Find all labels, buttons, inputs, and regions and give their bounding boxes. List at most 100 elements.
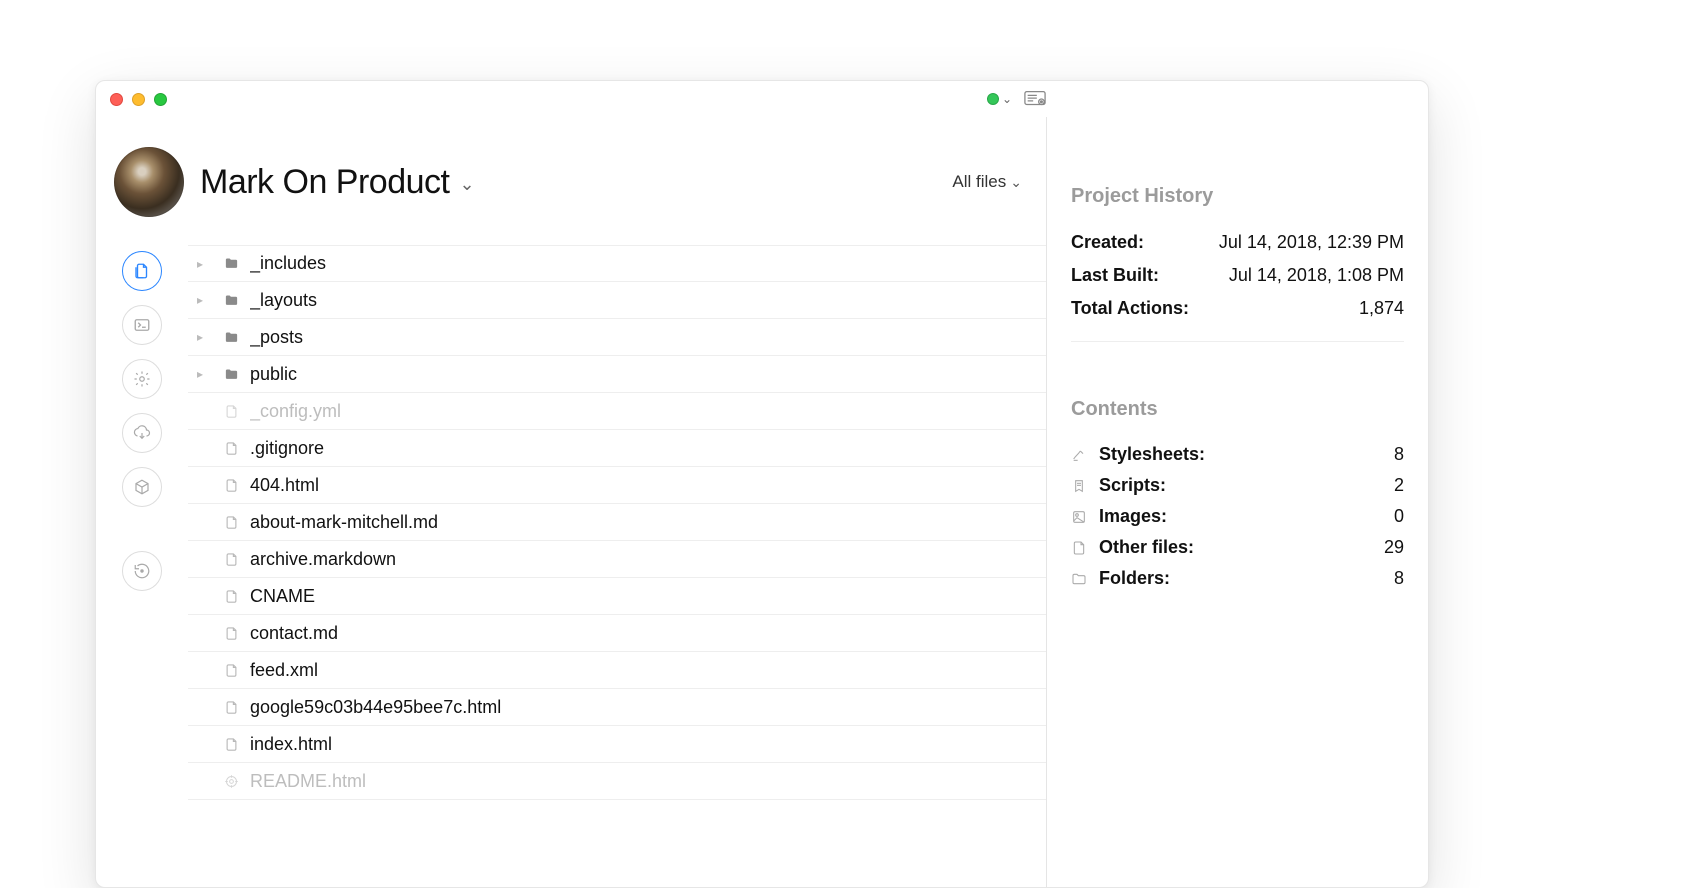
file-filter-button[interactable]: All files ⌄ — [952, 172, 1022, 192]
stylesheet-icon — [1071, 447, 1089, 463]
file-icon — [222, 441, 240, 456]
contents-row: Stylesheets: 8 — [1071, 439, 1404, 470]
preview-button[interactable] — [1024, 90, 1046, 108]
history-actions-row: Total Actions: 1,874 — [1071, 292, 1404, 325]
file-name: google59c03b44e95bee7c.html — [250, 697, 501, 718]
project-title-button[interactable]: Mark On Product ⌄ — [200, 163, 474, 202]
file-row[interactable]: .gitignore — [188, 430, 1046, 467]
rail-terminal-button[interactable] — [122, 305, 162, 345]
zoom-window-button[interactable] — [154, 93, 167, 106]
file-row[interactable]: ▸ public — [188, 356, 1046, 393]
folder-icon — [222, 256, 240, 271]
file-name: public — [250, 364, 297, 385]
rail-files-button[interactable] — [122, 251, 162, 291]
file-row[interactable]: 404.html — [188, 467, 1046, 504]
status-dot-icon — [987, 93, 999, 105]
disclosure-triangle-icon[interactable]: ▸ — [188, 257, 212, 271]
file-name: _config.yml — [250, 401, 341, 422]
left-rail — [96, 245, 188, 887]
main-column: Mark On Product ⌄ All files ⌄ — [96, 117, 1046, 887]
server-status-button[interactable]: ⌄ — [987, 92, 1012, 106]
project-title: Mark On Product — [200, 163, 449, 202]
chevron-down-icon: ⌄ — [459, 174, 474, 195]
file-icon — [222, 700, 240, 715]
file-icon — [222, 515, 240, 530]
file-row[interactable]: ▸ _posts — [188, 319, 1046, 356]
file-name: feed.xml — [250, 660, 318, 681]
titlebar: ⌄ — [96, 81, 1428, 117]
image-icon — [1071, 509, 1089, 525]
file-row[interactable]: archive.markdown — [188, 541, 1046, 578]
history-created-row: Created: Jul 14, 2018, 12:39 PM — [1071, 226, 1404, 259]
file-icon — [222, 663, 240, 678]
file-row[interactable]: about-mark-mitchell.md — [188, 504, 1046, 541]
app-window: ⌄ Mark On Product ⌄ — [95, 80, 1429, 888]
file-row[interactable]: CNAME — [188, 578, 1046, 615]
file-name: _posts — [250, 327, 303, 348]
contents-value: 8 — [1394, 444, 1404, 465]
file-row[interactable]: index.html — [188, 726, 1046, 763]
file-row[interactable]: ▸_layouts — [188, 282, 1046, 319]
disclosure-triangle-icon[interactable]: ▸ — [188, 367, 212, 381]
contents-value: 0 — [1394, 506, 1404, 527]
folder-icon — [1071, 571, 1089, 587]
file-icon — [222, 589, 240, 604]
window-controls — [110, 93, 167, 106]
file-row[interactable]: google59c03b44e95bee7c.html — [188, 689, 1046, 726]
file-name: CNAME — [250, 586, 315, 607]
contents-label: Scripts: — [1099, 475, 1384, 496]
history-heading: Project History — [1071, 185, 1404, 208]
minimize-window-button[interactable] — [132, 93, 145, 106]
contents-label: Folders: — [1099, 568, 1384, 589]
file-icon — [1071, 540, 1089, 556]
contents-label: Images: — [1099, 506, 1384, 527]
history-built-row: Last Built: Jul 14, 2018, 1:08 PM — [1071, 259, 1404, 292]
file-name: archive.markdown — [250, 549, 396, 570]
close-window-button[interactable] — [110, 93, 123, 106]
file-name: index.html — [250, 734, 332, 755]
chevron-down-icon: ⌄ — [1002, 92, 1012, 106]
folder-icon — [222, 367, 240, 382]
folder-icon — [222, 293, 240, 308]
inspector-panel: Project History Created: Jul 14, 2018, 1… — [1046, 117, 1428, 887]
disclosure-triangle-icon[interactable]: ▸ — [188, 330, 212, 344]
contents-label: Stylesheets: — [1099, 444, 1384, 465]
file-name: _includes — [250, 253, 326, 274]
contents-heading: Contents — [1071, 398, 1404, 421]
file-icon — [222, 626, 240, 641]
rail-packages-button[interactable] — [122, 467, 162, 507]
file-list: ▸_includes▸_layouts▸_posts▸public_config… — [188, 245, 1046, 887]
file-name: 404.html — [250, 475, 319, 496]
disclosure-triangle-icon[interactable]: ▸ — [188, 293, 212, 307]
contents-value: 29 — [1384, 537, 1404, 558]
file-row[interactable]: feed.xml — [188, 652, 1046, 689]
project-avatar[interactable] — [114, 147, 184, 217]
contents-row: Images: 0 — [1071, 501, 1404, 532]
contents-row: Folders: 8 — [1071, 563, 1404, 594]
rail-settings-button[interactable] — [122, 359, 162, 399]
history-created-label: Created: — [1071, 232, 1144, 253]
file-row[interactable]: _config.yml — [188, 393, 1046, 430]
file-icon — [222, 404, 240, 419]
file-name: README.html — [250, 771, 366, 792]
contents-value: 8 — [1394, 568, 1404, 589]
file-icon — [222, 774, 240, 789]
file-filter-label: All files — [952, 172, 1006, 192]
file-row[interactable]: ▸ _includes — [188, 245, 1046, 282]
rail-deploy-button[interactable] — [122, 413, 162, 453]
file-name: contact.md — [250, 623, 338, 644]
file-row[interactable]: README.html — [188, 763, 1046, 800]
contents-value: 2 — [1394, 475, 1404, 496]
contents-row: Other files:29 — [1071, 532, 1404, 563]
file-icon — [222, 478, 240, 493]
file-row[interactable]: contact.md — [188, 615, 1046, 652]
history-built-label: Last Built: — [1071, 265, 1159, 286]
divider — [1071, 341, 1404, 342]
chevron-down-icon: ⌄ — [1010, 174, 1022, 191]
rail-history-button[interactable] — [122, 551, 162, 591]
history-actions-label: Total Actions: — [1071, 298, 1189, 319]
file-name: .gitignore — [250, 438, 324, 459]
history-created-value: Jul 14, 2018, 12:39 PM — [1219, 232, 1404, 253]
folder-icon — [222, 330, 240, 345]
file-name: about-mark-mitchell.md — [250, 512, 438, 533]
